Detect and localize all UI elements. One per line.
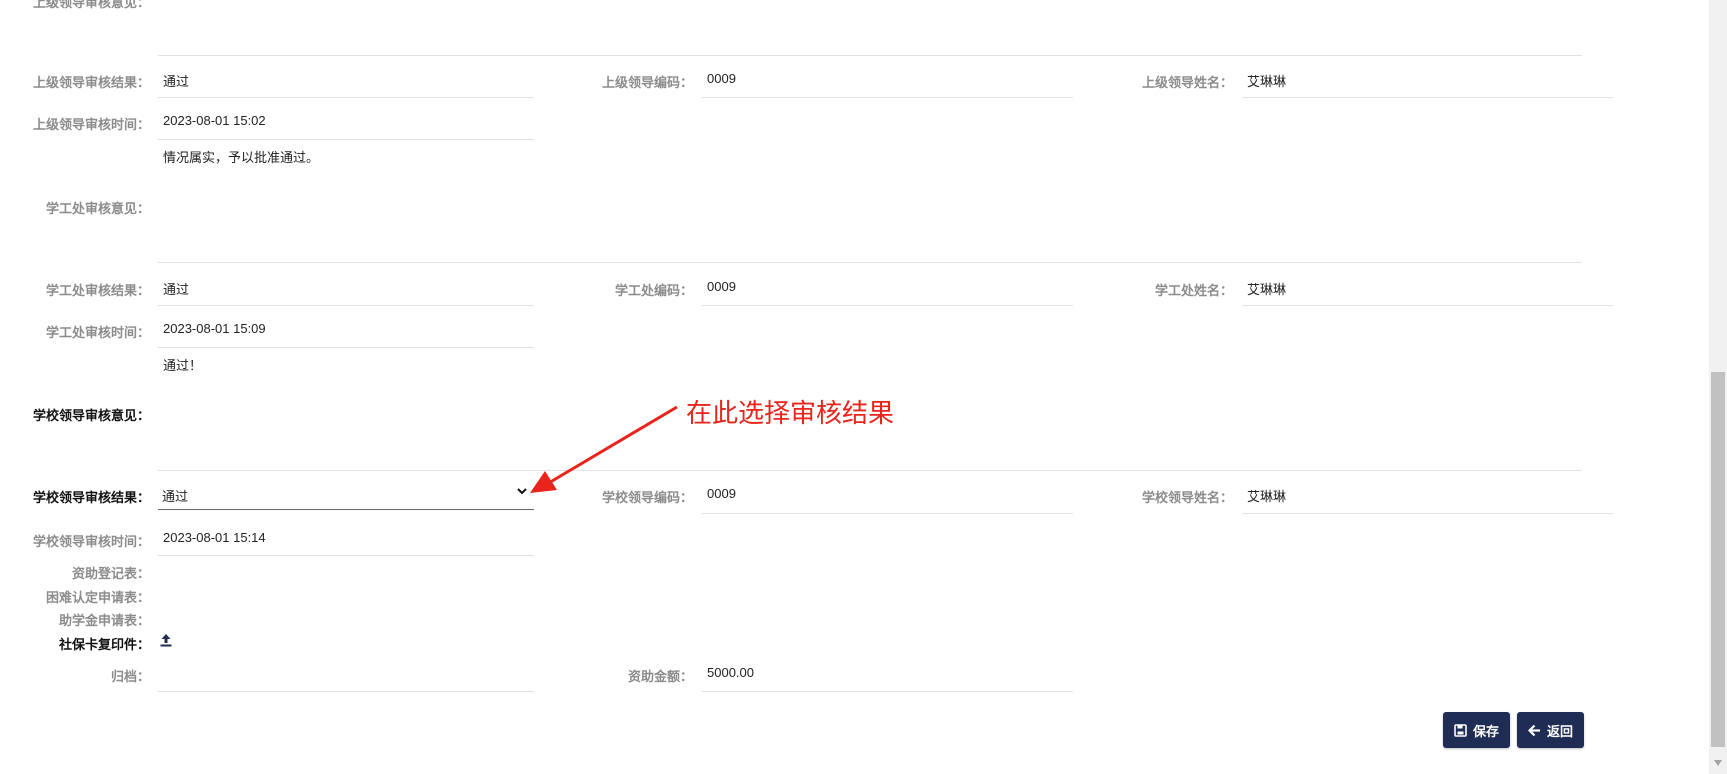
xgc-code-label: 学工处编码： (614, 283, 693, 298)
grant-form-label: 助学金申请表： (58, 613, 150, 628)
amount-label: 资助金额： (627, 669, 693, 684)
annotation-text: 在此选择审核结果 (686, 398, 895, 428)
xgc-opinion-text[interactable]: 通过！ (163, 355, 202, 374)
school-code-label: 学校领导编码： (601, 490, 693, 505)
leader-time-value[interactable]: 2023-08-01 15:02 (163, 113, 266, 128)
social-card-label: 社保卡复印件： (58, 637, 150, 652)
amount-value[interactable]: 5000.00 (707, 665, 754, 680)
school-opinion-label: 学校领导审核意见： (32, 408, 150, 423)
school-time-underline (158, 555, 534, 556)
leader-time-underline (158, 139, 534, 140)
leader-name-label: 上级领导姓名： (1141, 75, 1233, 90)
scrollbar-thumb[interactable] (1711, 372, 1725, 747)
leader-opinion-text[interactable]: 情况属实，予以批准通过。 (163, 147, 319, 166)
school-name-label: 学校领导姓名： (1141, 490, 1233, 505)
scroll-down-arrow-icon[interactable] (1713, 759, 1723, 767)
vertical-scrollbar[interactable] (1709, 0, 1727, 774)
upload-icon[interactable] (159, 633, 173, 647)
annotation-arrow (530, 405, 678, 493)
xgc-time-value[interactable]: 2023-08-01 15:09 (163, 321, 266, 336)
back-button-label: 返回 (1546, 723, 1573, 739)
school-time-label: 学校领导审核时间： (32, 534, 150, 549)
xgc-code-underline (702, 305, 1073, 306)
save-button[interactable]: 保存 (1443, 712, 1510, 748)
leader-code-value[interactable]: 0009 (707, 71, 736, 86)
school-name-value[interactable]: 艾琳琳 (1247, 486, 1286, 505)
xgc-time-label: 学工处审核时间： (45, 325, 150, 340)
arrow-left-icon (1527, 724, 1540, 736)
leader-name-value[interactable]: 艾琳琳 (1247, 71, 1286, 90)
xgc-name-label: 学工处姓名： (1154, 283, 1233, 298)
leader-name-underline (1242, 97, 1613, 98)
save-button-label: 保存 (1472, 723, 1499, 739)
school-opinion-underline (158, 470, 1582, 471)
amount-underline (702, 691, 1073, 692)
xgc-result-value[interactable]: 通过 (163, 279, 189, 298)
leader-code-label: 上级领导编码： (601, 75, 693, 90)
xgc-result-label: 学工处审核结果： (45, 283, 150, 298)
archive-underline (158, 691, 534, 692)
leader-opinion-underline (158, 55, 1582, 56)
leader-result-label: 上级领导审核结果： (32, 75, 150, 90)
leader-time-label: 上级领导审核时间： (32, 117, 150, 132)
annotation-arrow-line (546, 405, 678, 486)
xgc-name-value[interactable]: 艾琳琳 (1247, 279, 1286, 298)
leader-result-underline (158, 97, 534, 98)
save-icon (1454, 723, 1467, 737)
xgc-time-underline (158, 347, 534, 348)
xgc-opinion-underline (158, 262, 1582, 263)
school-code-value[interactable]: 0009 (707, 486, 736, 501)
xgc-opinion-label: 学工处审核意见： (45, 201, 150, 216)
leader-code-underline (702, 97, 1073, 98)
xgc-code-value[interactable]: 0009 (707, 279, 736, 294)
chevron-down-icon (517, 488, 527, 495)
archive-label: 归档： (110, 669, 150, 684)
school-result-select[interactable]: 通过 (158, 472, 534, 510)
school-result-selected: 通过 (162, 489, 189, 504)
leader-opinion-label-cut: 上级领导审核意见： (32, 0, 150, 10)
xgc-name-underline (1242, 305, 1613, 306)
leader-result-value[interactable]: 通过 (163, 71, 189, 90)
school-time-value[interactable]: 2023-08-01 15:14 (163, 530, 266, 545)
aid-form-label: 资助登记表： (71, 566, 150, 581)
school-name-underline (1242, 513, 1613, 514)
back-button[interactable]: 返回 (1517, 712, 1584, 748)
xgc-result-underline (158, 305, 534, 306)
school-result-label: 学校领导审核结果： (32, 490, 150, 505)
hardship-form-label: 困难认定申请表： (45, 590, 150, 605)
school-code-underline (702, 513, 1073, 514)
